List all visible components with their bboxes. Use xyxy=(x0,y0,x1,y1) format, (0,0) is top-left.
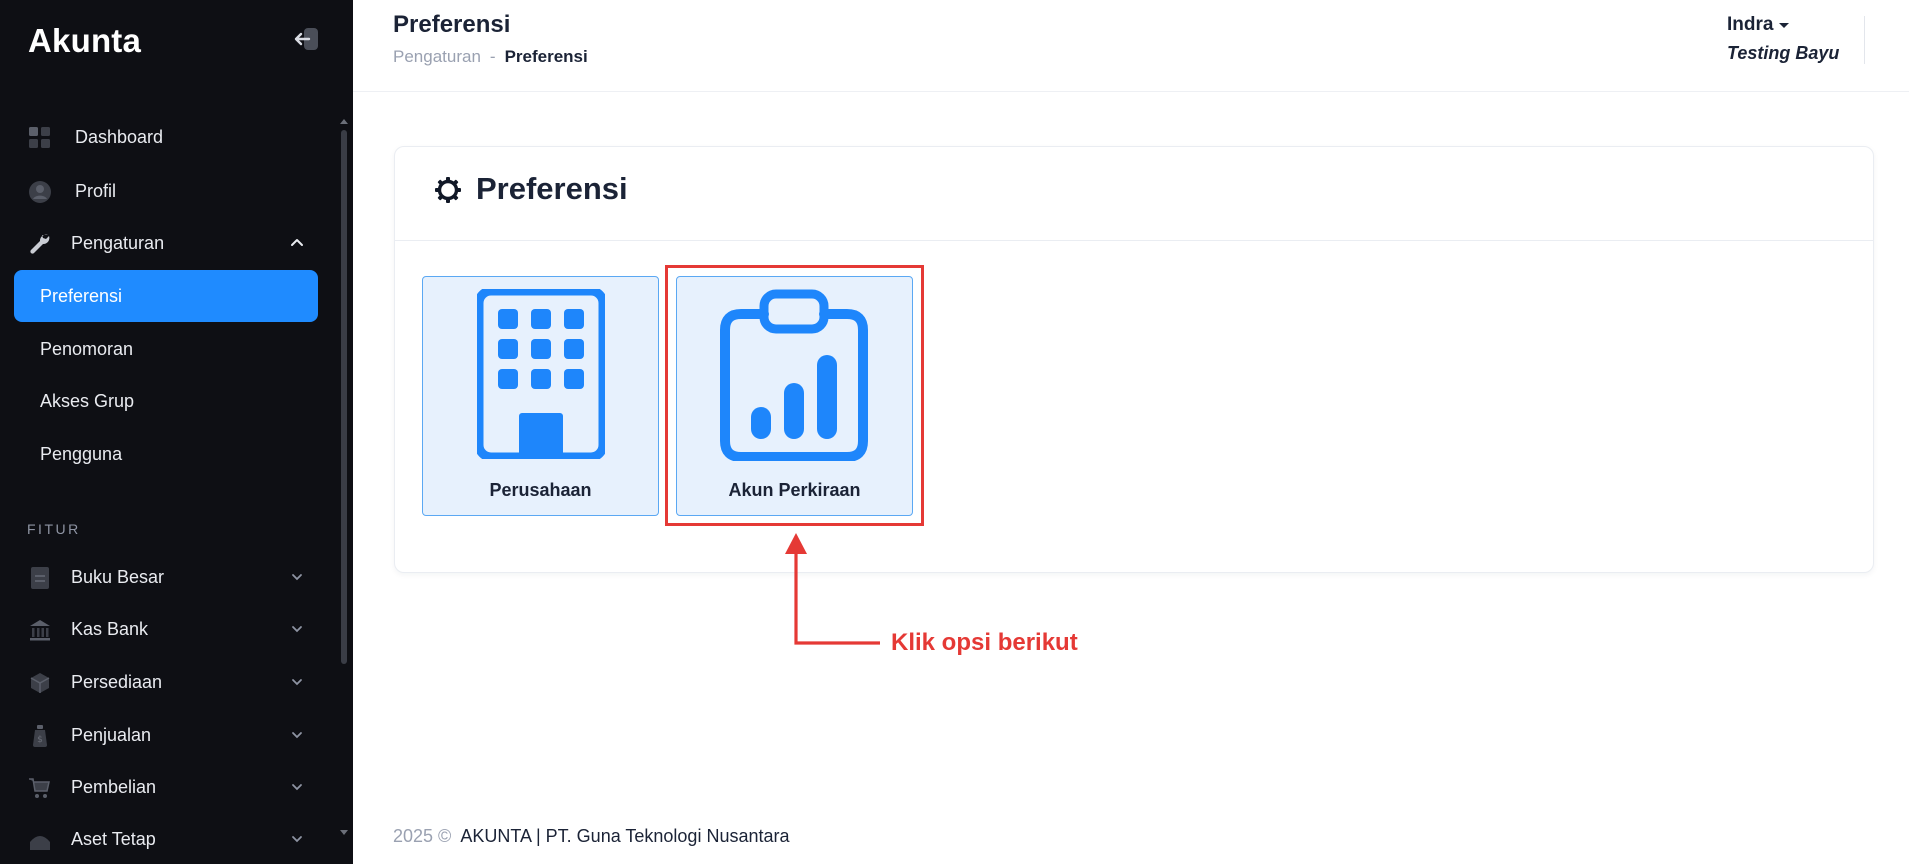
building-icon xyxy=(477,289,605,459)
collapse-icon xyxy=(294,28,318,50)
chevron-down-icon xyxy=(292,732,302,739)
chevron-down-icon xyxy=(292,574,302,581)
brand-logo: Akunta xyxy=(28,22,142,59)
preferensi-card: Preferensi Perusahaan Akun Perkiraan xyxy=(394,146,1874,573)
caret-down-icon xyxy=(1779,22,1790,28)
sidebar-item-profil[interactable]: Profil xyxy=(0,171,353,211)
chevron-down-icon xyxy=(292,836,302,843)
sidebar-item-pembelian[interactable]: Pembelian xyxy=(0,767,353,807)
sidebar-item-label: Buku Besar xyxy=(71,566,165,587)
sidebar-subitem-penomoran[interactable]: Penomoran xyxy=(14,323,318,375)
footer-text: AKUNTA | PT. Guna Teknologi Nusantara xyxy=(460,826,790,846)
sidebar-item-persediaan[interactable]: Persediaan xyxy=(0,662,353,702)
money-bag-icon: $ xyxy=(33,725,47,747)
annotation-highlight-box xyxy=(665,265,924,526)
chevron-up-icon xyxy=(291,239,303,246)
sidebar: Akunta Dashboard Profil Pengaturan Prefe… xyxy=(0,0,353,864)
sidebar-item-aset-tetap[interactable]: Aset Tetap xyxy=(0,819,353,859)
sidebar-item-dashboard[interactable]: Dashboard xyxy=(0,117,353,157)
asset-icon xyxy=(30,836,50,850)
footer: 2025 © AKUNTA | PT. Guna Teknologi Nusan… xyxy=(393,826,790,847)
gear-icon xyxy=(435,177,461,203)
bank-icon xyxy=(30,620,50,641)
sidebar-item-label: Dashboard xyxy=(75,126,164,147)
footer-year: 2025 © xyxy=(393,826,452,846)
sidebar-subitem-akses-grup[interactable]: Akses Grup xyxy=(14,375,318,427)
sidebar-item-kas-bank[interactable]: Kas Bank xyxy=(0,609,353,649)
user-menu-toggle[interactable]: Indra xyxy=(1727,14,1790,36)
sidebar-item-buku-besar[interactable]: Buku Besar xyxy=(0,557,353,597)
sidebar-item-label: Penjualan xyxy=(71,724,152,745)
cart-icon xyxy=(29,778,50,798)
sidebar-subitem-pengguna[interactable]: Pengguna xyxy=(14,428,318,480)
breadcrumb: Pengaturan - Preferensi xyxy=(393,47,588,67)
sidebar-item-label: Pembelian xyxy=(71,776,157,797)
svg-text:$: $ xyxy=(37,735,43,745)
chevron-down-icon xyxy=(292,784,302,791)
tile-perusahaan[interactable]: Perusahaan xyxy=(422,276,659,516)
chevron-down-icon xyxy=(292,679,302,686)
company-name: Testing Bayu xyxy=(1727,43,1840,63)
sidebar-item-label: Aset Tetap xyxy=(71,828,156,849)
wrench-icon xyxy=(30,234,50,254)
card-header: Preferensi xyxy=(395,147,1873,241)
chevron-down-icon xyxy=(292,626,302,633)
sidebar-scrollbar-thumb[interactable] xyxy=(341,130,347,664)
sidebar-item-label: Profil xyxy=(75,180,117,201)
top-header: Preferensi Pengaturan - Preferensi Indra… xyxy=(353,0,1909,92)
sidebar-subitem-preferensi[interactable]: Preferensi xyxy=(14,270,318,322)
tile-label: Perusahaan xyxy=(489,480,592,500)
sidebar-item-pengaturan[interactable]: Pengaturan xyxy=(0,223,353,263)
header-divider xyxy=(1864,16,1865,64)
sidebar-item-label: Pengaturan xyxy=(71,232,165,253)
annotation-arrow xyxy=(785,533,880,645)
section-label-fitur: FITUR xyxy=(27,521,81,537)
page-title: Preferensi xyxy=(393,11,511,38)
breadcrumb-parent[interactable]: Pengaturan xyxy=(393,47,481,67)
card-title: Preferensi xyxy=(476,171,628,206)
ledger-icon xyxy=(31,567,49,589)
breadcrumb-separator: - xyxy=(489,47,496,66)
dashboard-icon xyxy=(29,127,50,148)
box-icon xyxy=(30,673,50,693)
sidebar-collapse-button[interactable] xyxy=(293,26,321,52)
annotation-text: Klik opsi berikut xyxy=(891,629,1078,656)
scroll-down-arrow[interactable] xyxy=(339,829,349,837)
sidebar-item-penjualan[interactable]: $ Penjualan xyxy=(0,715,353,755)
breadcrumb-current: Preferensi xyxy=(504,47,588,66)
sidebar-item-label: Kas Bank xyxy=(71,618,149,639)
user-name: Indra xyxy=(1727,14,1774,35)
sidebar-item-label: Persediaan xyxy=(71,671,163,692)
user-icon xyxy=(29,181,51,203)
scroll-up-arrow[interactable] xyxy=(339,117,349,125)
